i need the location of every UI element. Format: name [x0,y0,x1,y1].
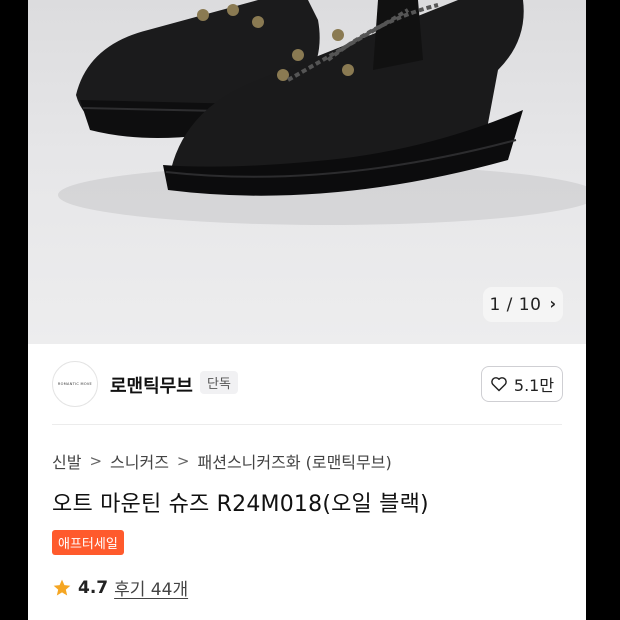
divider [52,424,562,425]
chevron-right-icon: › [549,294,557,313]
like-count: 5.1만 [513,376,555,395]
image-counter[interactable]: 1 / 10 › [483,287,563,322]
brand-row: ROMANTIC MOVE 로맨틱무브 단독 5.1만 [28,344,586,424]
exclusive-badge: 단독 [200,371,238,394]
brand-logo[interactable]: ROMANTIC MOVE [52,361,98,407]
breadcrumb-item-shoes[interactable]: 신발 [52,449,81,473]
breadcrumb-separator: > [89,452,103,470]
star-icon [53,579,71,595]
breadcrumb-separator: > [176,452,190,470]
rating-row: 4.7 후기 44개 [52,575,188,600]
brand-logo-text: ROMANTIC MOVE [57,382,93,386]
image-counter-text: 1 / 10 [489,294,542,315]
reviews-link[interactable]: 후기 44개 [114,575,188,600]
rating-score: 4.7 [78,577,109,598]
brand-name[interactable]: 로맨틱무브 [110,372,193,398]
sale-badge: 애프터세일 [52,530,124,555]
breadcrumb: 신발 > 스니커즈 > 패션스니커즈화 (로맨틱무브) [52,449,392,473]
product-image-gallery[interactable]: 1 / 10 › [28,0,586,344]
breadcrumb-item-sneakers[interactable]: 스니커즈 [110,449,169,473]
like-button[interactable]: 5.1만 [481,366,563,402]
heart-icon [491,377,507,392]
breadcrumb-item-fashion-sneakers[interactable]: 패션스니커즈화 (로맨틱무브) [198,449,392,473]
product-page: 1 / 10 › ROMANTIC MOVE 로맨틱무브 단독 5.1만 신발 … [28,0,586,620]
product-title: 오트 마운틴 슈즈 R24M018(오일 블랙) [52,492,429,517]
